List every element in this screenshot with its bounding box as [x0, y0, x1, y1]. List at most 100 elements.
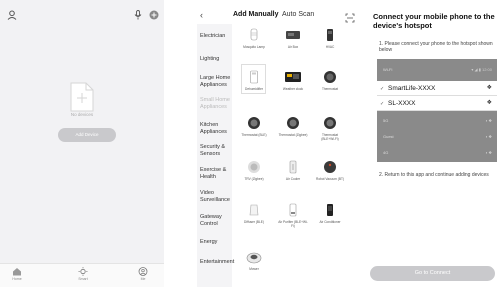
network-row[interactable]: 4G ▪ ❖ [377, 145, 497, 160]
device-air-cooler[interactable]: Air Cooler [278, 160, 308, 181]
connect-hotspot-screen: Connect your mobile phone to the device'… [370, 0, 497, 287]
weather-clock-icon [285, 72, 301, 82]
device-label: Mosquito Lamp [243, 45, 265, 49]
category-gateway-control[interactable]: Gateway Control [200, 214, 233, 228]
category-security-sensors[interactable]: Security & Sensors [200, 144, 233, 158]
microphone-icon[interactable] [134, 7, 142, 25]
add-circle-icon[interactable] [149, 7, 159, 25]
user-icon[interactable] [7, 7, 17, 25]
home-icon [13, 268, 21, 276]
device-dehumidifier[interactable]: Dehumidifier [239, 70, 269, 91]
hotspot-name: SmartLife-XXXX [388, 85, 436, 92]
robot-vacuum-icon [324, 161, 336, 173]
no-devices-text: No devices [70, 112, 94, 117]
device-air-box[interactable]: Air Box [278, 28, 308, 49]
device-thermostat-zigbee[interactable]: Thermostat (Zigbee) [278, 116, 308, 137]
device-thermostat-ble[interactable]: Thermostat (BLE) [239, 116, 269, 137]
device-thermostat-ble-wifi[interactable]: Thermostat (BLE+Wi-Fi) [315, 116, 345, 141]
category-electrician[interactable]: Electrician [200, 33, 225, 40]
back-chevron-icon[interactable]: ‹ [200, 10, 203, 20]
device-hvac[interactable]: HVAC [315, 28, 345, 49]
network-row[interactable]: Guest ▪ ❖ [377, 129, 497, 144]
thermostat-icon [324, 117, 336, 129]
category-exercise-health[interactable]: Exercise & Health [200, 167, 233, 181]
diffuser-icon [249, 204, 259, 216]
device-robot-vacuum[interactable]: Robot Vacuum (BT) [315, 160, 345, 181]
network-name: Guest [383, 134, 394, 139]
step-two-text: 2. Return to this app and continue addin… [379, 172, 489, 178]
check-icon: ✓ [380, 86, 385, 92]
tab-smart[interactable]: Smart [68, 267, 98, 281]
category-large-home-appliances[interactable]: Large Home Appliances [200, 75, 233, 89]
hvac-icon [327, 29, 333, 41]
trv-icon [248, 161, 260, 173]
add-device-screen: ‹ Add Manually Auto Scan Electrician Lig… [197, 0, 362, 287]
device-trv-zigbee[interactable]: TRV (Zigbee) [239, 160, 269, 181]
page-title: Connect your mobile phone to the device'… [373, 12, 495, 30]
hotspot-row-sl[interactable]: ✓ SL-XXXX ❖ [377, 96, 497, 111]
step-one-text: 1. Please connect your phone to the hots… [379, 41, 493, 53]
device-label: HVAC [325, 45, 335, 49]
air-conditioner-icon [327, 204, 333, 216]
device-label: Thermostat (BLE) [241, 133, 267, 137]
wifi-header: Wi-Fi ▾ ◢ ▮ 12:00 [377, 59, 497, 81]
device-air-conditioner[interactable]: Air Conditioner [315, 203, 345, 224]
device-diffuser[interactable]: Diffuser (BLE) [239, 203, 269, 224]
wifi-signal-icon: ❖ [486, 85, 492, 91]
status-bar-icons: ▾ ◢ ▮ 12:00 [471, 67, 492, 72]
hotspot-name: SL-XXXX [388, 100, 416, 107]
wifi-settings-illustration: Wi-Fi ▾ ◢ ▮ 12:00 ✓ SmartLife-XXXX ❖ ✓ S… [377, 59, 497, 162]
category-sidebar: Electrician Lighting Large Home Applianc… [197, 24, 234, 287]
device-label: Weather clock [282, 87, 304, 91]
lock-icon: ▪ ❖ [485, 150, 492, 155]
device-label: Air Purifier (BLE+Wi-Fi) [278, 220, 308, 228]
device-label: Air Cooler [285, 177, 301, 181]
device-label: Air Box [287, 45, 299, 49]
tab-me[interactable]: Me [128, 267, 158, 281]
device-label: Air Conditioner [319, 220, 341, 224]
tab-home[interactable]: Home [2, 267, 32, 281]
category-small-home-appliances[interactable]: Small Home Appliances [200, 97, 233, 111]
device-label: Dehumidifier [245, 87, 263, 91]
lock-icon: ▪ ❖ [485, 118, 492, 123]
tab-home-label: Home [12, 277, 22, 281]
device-label: TRV (Zigbee) [244, 177, 264, 181]
device-label: Robot Vacuum (BT) [316, 177, 344, 181]
sun-icon [78, 267, 88, 276]
air-purifier-icon [289, 203, 297, 217]
bottom-tab-bar: Home Smart Me [0, 263, 164, 287]
add-device-button[interactable]: Add Device [58, 128, 116, 142]
category-kitchen-appliances[interactable]: Kitchen Appliances [200, 122, 233, 136]
device-mower[interactable]: Mower [239, 250, 269, 271]
tab-auto-scan[interactable]: Auto Scan [282, 11, 314, 18]
category-lighting[interactable]: Lighting [200, 56, 219, 63]
device-thermostat[interactable]: Thermostat [315, 70, 345, 91]
thermostat-icon [248, 117, 260, 129]
device-label: Diffuser (BLE) [244, 220, 264, 224]
device-air-purifier[interactable]: Air Purifier (BLE+Wi-Fi) [278, 203, 308, 228]
network-name: 5G [383, 118, 389, 123]
device-mosquito-lamp[interactable]: Mosquito Lamp [239, 28, 269, 49]
network-row[interactable]: 5G ▪ ❖ [377, 113, 497, 128]
category-energy[interactable]: Energy [200, 239, 217, 246]
tab-add-manually[interactable]: Add Manually [233, 11, 279, 18]
empty-document-icon [70, 82, 94, 112]
device-weather-clock[interactable]: Weather clock [278, 70, 308, 91]
thermostat-icon [287, 117, 299, 129]
device-label: Thermostat (BLE+Wi-Fi) [321, 133, 339, 141]
air-box-icon [286, 31, 300, 39]
category-video-surveillance[interactable]: Video Surveillance [200, 190, 233, 204]
category-entertainment[interactable]: Entertainment [200, 259, 234, 266]
scan-icon[interactable] [345, 10, 355, 28]
network-name: 4G [383, 150, 389, 155]
screenshot-composite: No devices Add Device Home Smart Me ‹ Ad… [0, 0, 497, 287]
tab-me-label: Me [140, 277, 146, 281]
thermostat-icon [324, 71, 336, 83]
person-icon [138, 267, 148, 276]
wifi-signal-icon: ❖ [486, 100, 492, 106]
device-label: Thermostat [321, 87, 339, 91]
go-to-connect-button[interactable]: Go to Connect [370, 266, 495, 281]
air-cooler-icon [289, 160, 297, 174]
hotspot-row-smartlife[interactable]: ✓ SmartLife-XXXX ❖ [377, 81, 497, 96]
home-screen: No devices Add Device Home Smart Me [0, 0, 164, 287]
